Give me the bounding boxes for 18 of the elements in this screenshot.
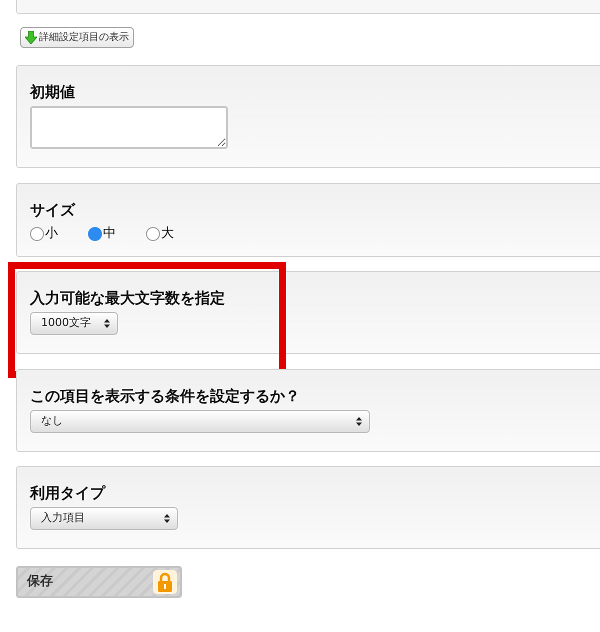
field-label: サイズ <box>30 200 76 220</box>
show-advanced-button[interactable]: 詳細設定項目の表示 <box>20 27 134 48</box>
radio-option[interactable]: 大 <box>146 224 190 244</box>
updown-arrow-icon <box>356 416 362 426</box>
dropdown[interactable]: 1000文字 <box>30 312 118 334</box>
save-button[interactable]: 保存 <box>16 566 182 598</box>
down-arrow-icon <box>25 31 37 44</box>
field-label: 初期値 <box>30 82 76 102</box>
field-label: 利用タイプ <box>30 482 107 502</box>
field-label: この項目を表示する条件を設定するか？ <box>30 386 301 406</box>
dropdown[interactable]: 入力項目 <box>30 506 178 530</box>
radio-option[interactable]: 中 <box>88 224 132 244</box>
input-field[interactable] <box>30 106 228 149</box>
radio-option[interactable]: 小 <box>30 224 74 244</box>
field-label: 入力可能な最大文字数を指定 <box>30 288 226 308</box>
updown-arrow-icon <box>104 318 110 328</box>
dropdown[interactable]: なし <box>30 410 370 432</box>
updown-arrow-icon <box>164 514 170 522</box>
